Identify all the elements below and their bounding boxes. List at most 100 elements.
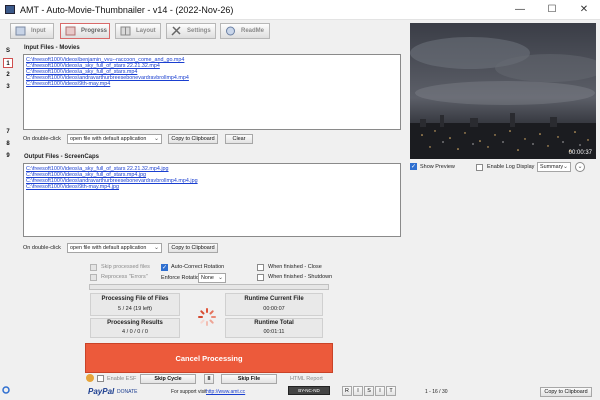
when-finished-shutdown-label: When finished - Shutdown [268, 274, 333, 280]
input-double-click-select[interactable]: open file with default application ⌄ [67, 134, 162, 144]
runtime-total-box: Runtime Total 00:01:11 [225, 318, 323, 338]
nav-button-s[interactable]: S [364, 386, 374, 396]
list-item[interactable]: C:\freesoft100\Videos\9th-may.mp4.jpg [26, 184, 398, 190]
progress-bar [89, 284, 329, 290]
side-button-3[interactable]: 3 [3, 82, 13, 92]
nav-button-i[interactable]: I [353, 386, 363, 396]
frame-counter: 1 - 16 / 30 [425, 389, 448, 395]
skip-processed-label: Skip processed files [101, 264, 150, 270]
preview-image: 00:00:37 [410, 23, 596, 159]
log-dropdown-icon[interactable]: ⌄ [575, 162, 585, 172]
log-mode-value: Summary [540, 164, 564, 170]
input-double-click-value: open file with default application [70, 136, 147, 142]
reprocess-errors-checkbox[interactable] [90, 274, 97, 281]
input-files-list[interactable]: C:\freesoft100\Videos\benjamin_vvu--racc… [23, 54, 401, 130]
runtime-total-value: 00:01:11 [263, 329, 285, 335]
input-files-label: Input Files - Movies [24, 45, 80, 51]
app-icon [5, 5, 15, 14]
skip-file-button[interactable]: Skip File [221, 374, 277, 384]
side-button-s[interactable]: S [3, 46, 13, 56]
layout-icon [120, 26, 131, 36]
output-double-click-label: On double-click [23, 245, 61, 251]
output-files-list[interactable]: C:\freesoft100\Videos\a_sky_full_of_star… [23, 163, 401, 237]
chevron-down-icon: ⌄ [562, 164, 568, 170]
skip-cycle-button[interactable]: Skip Cycle [140, 374, 196, 384]
cancel-processing-button[interactable]: Cancel Processing [85, 343, 333, 373]
when-finished-shutdown-checkbox[interactable] [257, 274, 264, 281]
minimize-button[interactable]: — [504, 0, 536, 20]
enable-log-label: Enable Log Display [487, 164, 535, 170]
input-copy-clipboard-button[interactable]: Copy to Clipboard [168, 134, 218, 144]
support-link[interactable]: http://www.amt.cc [206, 389, 245, 395]
log-mode-select[interactable]: Summary ⌄ [537, 162, 571, 172]
runtime-current-value: 00:00:07 [263, 306, 285, 312]
settings-icon[interactable] [2, 386, 10, 394]
preview-timestamp: 00:00:37 [568, 150, 592, 156]
when-finished-close-checkbox[interactable] [257, 264, 264, 271]
side-button-1[interactable]: 1 [3, 58, 13, 68]
when-finished-close-label: When finished - Close [268, 264, 322, 270]
pause-button[interactable]: II [204, 374, 214, 384]
side-button-8[interactable]: 8 [3, 139, 13, 149]
tab-progress[interactable]: Progress [60, 23, 110, 39]
tab-input[interactable]: Input [10, 23, 54, 39]
donate-label[interactable]: DONATE [117, 389, 137, 395]
input-double-click-label: On double-click [23, 136, 61, 142]
readme-icon [226, 26, 235, 36]
runtime-total-title: Runtime Total [254, 320, 294, 326]
skip-processed-checkbox[interactable] [90, 264, 97, 271]
esf-icon [86, 374, 94, 382]
enforce-rotation-value: None [201, 275, 214, 281]
tab-bar: Input Progress Layout Settings ReadMe [0, 21, 408, 43]
tab-readme-label: ReadMe [241, 28, 265, 34]
runtime-current-box: Runtime Current File 00:00:07 [225, 293, 323, 316]
auto-correct-rotation-checkbox[interactable]: ✓ [161, 264, 168, 271]
output-double-click-select[interactable]: open file with default application ⌄ [67, 243, 162, 253]
processing-file-title: Processing File of Files [101, 296, 169, 302]
show-preview-label: Show Preview [420, 164, 455, 170]
tab-readme[interactable]: ReadMe [220, 23, 270, 39]
runtime-current-title: Runtime Current File [244, 296, 304, 302]
progress-icon [65, 26, 76, 36]
tab-progress-label: Progress [81, 28, 108, 34]
maximize-button[interactable]: ☐ [536, 0, 568, 20]
processing-file-value: 5 / 24 (19 left) [118, 306, 152, 312]
nav-button-t[interactable]: T [386, 386, 396, 396]
auto-correct-rotation-label: Auto-Correct Rotation [171, 264, 225, 270]
support-text: For support visit [171, 389, 207, 395]
tab-input-label: Input [31, 28, 46, 34]
chevron-down-icon: ⌄ [153, 136, 159, 142]
list-item[interactable]: C:\freesoft100\Videos\9th-may.mp4 [26, 81, 398, 87]
output-copy-clipboard-button[interactable]: Copy to Clipboard [168, 243, 218, 253]
tab-settings[interactable]: Settings [166, 23, 216, 39]
window-title: AMT - Auto-Movie-Thumbnailer - v14 - (20… [20, 5, 234, 15]
enforce-rotation-select[interactable]: None ⌄ [198, 273, 226, 283]
nav-button-i2[interactable]: I [375, 386, 385, 396]
show-preview-checkbox[interactable]: ✓ [410, 163, 417, 170]
output-files-label: Output Files - ScreenCaps [24, 154, 100, 160]
enable-esf-checkbox[interactable] [97, 375, 104, 382]
side-button-7[interactable]: 7 [3, 127, 13, 137]
processing-file-box: Processing File of Files 5 / 24 (19 left… [90, 293, 180, 316]
processing-results-box: Processing Results 4 / 0 / 0 / 0 [90, 318, 180, 338]
side-button-2[interactable]: 2 [3, 70, 13, 80]
close-button[interactable]: ✕ [568, 0, 600, 20]
chevron-down-icon: ⌄ [153, 245, 159, 251]
enable-log-checkbox[interactable] [476, 164, 483, 171]
tab-layout-label: Layout [136, 28, 156, 34]
tab-layout[interactable]: Layout [115, 23, 161, 39]
side-button-9[interactable]: 9 [3, 151, 13, 161]
nav-button-r[interactable]: R [342, 386, 352, 396]
processing-results-value: 4 / 0 / 0 / 0 [122, 329, 148, 335]
output-double-click-value: open file with default application [70, 245, 147, 251]
processing-results-title: Processing Results [107, 320, 163, 326]
reprocess-errors-label: Reprocess "Errors" [101, 274, 148, 280]
copy-clipboard-button[interactable]: Copy to Clipboard [540, 387, 592, 397]
title-bar: AMT - Auto-Movie-Thumbnailer - v14 - (20… [0, 0, 600, 20]
input-clear-button[interactable]: Clear [225, 134, 253, 144]
settings-icon [171, 26, 181, 36]
loading-spinner-icon [198, 308, 216, 326]
night-city-image [410, 23, 596, 159]
paypal-logo[interactable]: PayPal [88, 387, 114, 396]
license-badge[interactable]: BY-NC-ND [288, 386, 330, 395]
